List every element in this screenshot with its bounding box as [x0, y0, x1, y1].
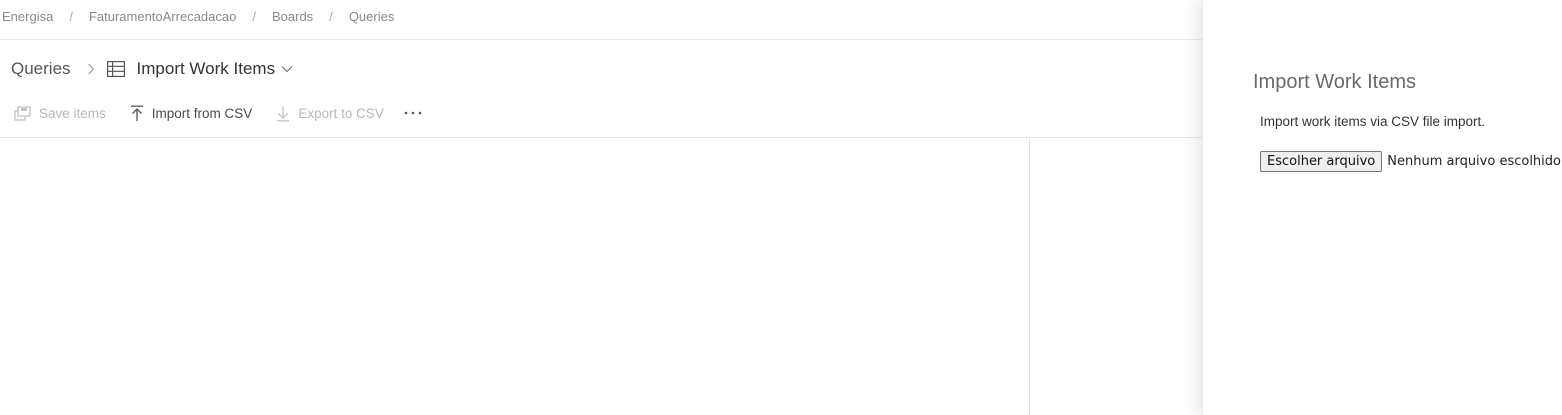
page-title: Import Work Items [136, 59, 276, 78]
file-input: Escolher arquivo Nenhum arquivo escolhid… [1260, 151, 1561, 172]
grid-icon [106, 61, 125, 77]
import-from-csv-button[interactable]: Import from CSV [130, 105, 253, 122]
breadcrumb-item-organization[interactable]: Energisa [2, 9, 53, 24]
upload-icon [130, 105, 144, 122]
breadcrumb-item-boards[interactable]: Boards [272, 9, 313, 24]
breadcrumb-item-project[interactable]: FaturamentoArrecadacao [89, 9, 236, 24]
chevron-down-icon[interactable] [281, 65, 293, 73]
import-from-csv-label: Import from CSV [151, 105, 253, 121]
export-to-csv-button[interactable]: Export to CSV [276, 105, 384, 122]
more-icon[interactable] [404, 111, 422, 115]
breadcrumb-separator: / [69, 9, 73, 24]
save-items-button[interactable]: Save items [14, 105, 106, 122]
breadcrumb: Energisa / FaturamentoArrecadacao / Boar… [2, 9, 394, 24]
page-header: Queries Import Work Items [11, 57, 293, 81]
chevron-right-icon [87, 63, 95, 75]
save-icon [14, 105, 31, 122]
pane-splitter[interactable] [1029, 138, 1030, 415]
choose-file-button[interactable]: Escolher arquivo [1260, 151, 1383, 172]
download-icon [276, 105, 290, 122]
export-to-csv-label: Export to CSV [298, 105, 384, 121]
command-bar: Save items Import from CSV Export to CSV [14, 102, 422, 124]
panel-description: Import work items via CSV file import. [1260, 114, 1486, 129]
panel-title: Import Work Items [1253, 71, 1416, 93]
import-panel: Import Work Items Import work items via … [1202, 0, 1562, 415]
file-status-text: Nenhum arquivo escolhido [1387, 154, 1561, 169]
breadcrumb-item-queries[interactable]: Queries [349, 9, 395, 24]
toolbar-divider [0, 137, 1202, 138]
breadcrumb-separator: / [329, 9, 333, 24]
save-items-label: Save items [39, 105, 106, 121]
breadcrumb-separator: / [252, 9, 256, 24]
queries-link[interactable]: Queries [11, 59, 71, 79]
